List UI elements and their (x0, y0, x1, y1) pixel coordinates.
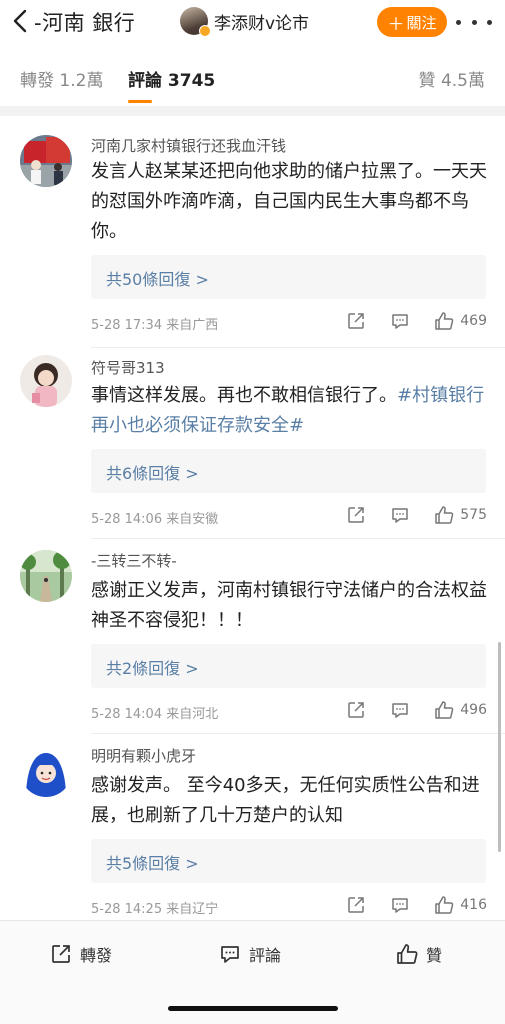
comment-meta: 5-28 17:34 来自广西 (91, 318, 219, 333)
active-tab-indicator (128, 100, 152, 103)
replies-count[interactable]: 共2條回復 > (106, 655, 199, 679)
comment-username[interactable]: 明明有颗小虎牙 (91, 745, 196, 766)
like-icon[interactable] (434, 895, 454, 915)
comment-text: 感谢正义发声，河南村镇银行守法储户的合法权益神圣不容侵犯！！！ (91, 576, 491, 636)
comment-body: 感谢发声。 至今40多天，无任何实质性公告和进展，也刷新了几十万楚户的认知 (91, 775, 480, 826)
comment-meta: 5-28 14:04 来自河北 (91, 707, 219, 722)
like-icon (397, 944, 418, 964)
home-indicator (168, 1006, 338, 1011)
comment-actions: 469 (346, 310, 487, 332)
share-icon (52, 945, 70, 963)
comment-icon[interactable] (390, 700, 410, 720)
comment-username[interactable]: 河南几家村镇银行还我血汗钱 (91, 135, 286, 156)
replies-link[interactable]: 共6條回復 > (91, 449, 486, 493)
top-nav-bar: -河南 銀行 李添财v论市 ＋ 關注 (0, 0, 505, 44)
like-button[interactable]: 贊 (396, 941, 442, 967)
like-count: 575 (460, 507, 487, 523)
avatar[interactable] (20, 355, 72, 407)
like-icon[interactable] (434, 505, 454, 525)
tab-likes[interactable]: 贊 4.5萬 (419, 66, 485, 91)
replies-link[interactable]: 共2條回復 > (91, 644, 486, 688)
comment-text: 发言人赵某某还把向他求助的储户拉黑了。一天天的怼国外咋滴咋滴，自己国内民生大事鸟… (91, 157, 491, 247)
page-title: -河南 銀行 (34, 11, 136, 35)
follow-button[interactable]: ＋ 關注 (377, 7, 447, 37)
repost-label: 轉發 (80, 946, 113, 965)
comment-icon (221, 946, 239, 963)
comment-actions: 575 (346, 504, 487, 526)
more-icon[interactable] (456, 12, 492, 32)
repost-button[interactable]: 轉發 (50, 941, 112, 967)
back-button[interactable] (10, 8, 32, 34)
comment-actions: 496 (346, 699, 487, 721)
comment-icon[interactable] (390, 311, 410, 331)
replies-count[interactable]: 共50條回復 > (106, 266, 209, 290)
like-count: 416 (460, 897, 487, 913)
like-count: 496 (460, 702, 487, 718)
comment-body: 发言人赵某某还把向他求助的储户拉黑了。一天天的怼国外咋滴咋滴，自己国内民生大事鸟… (91, 161, 487, 242)
author-avatar[interactable] (180, 7, 211, 37)
avatar[interactable] (20, 745, 72, 797)
comment-username[interactable]: 符号哥313 (91, 357, 165, 378)
scrollbar[interactable] (498, 642, 501, 852)
comment-meta: 5-28 14:25 来自辽宁 (91, 902, 219, 917)
comment-icon[interactable] (390, 895, 410, 915)
comment-divider (91, 347, 505, 348)
follow-label: 關注 (406, 13, 437, 32)
avatar[interactable] (20, 135, 72, 187)
comment-button[interactable]: 評論 (219, 941, 281, 967)
tab-reposts[interactable]: 轉發 1.2萬 (20, 66, 103, 91)
comment-body: 事情这样发展。再也不敢相信银行了。 (91, 385, 397, 406)
like-label: 贊 (426, 946, 443, 965)
verified-icon (199, 25, 211, 37)
plus-icon: ＋ (387, 14, 405, 35)
share-icon[interactable] (346, 700, 366, 720)
section-divider (0, 106, 505, 116)
comment-divider (91, 538, 505, 539)
author-name[interactable]: 李添财v论市 (214, 9, 309, 34)
avatar[interactable] (20, 550, 72, 602)
share-icon[interactable] (346, 311, 366, 331)
share-icon[interactable] (346, 895, 366, 915)
comment-divider (91, 733, 505, 734)
tab-bar: 轉發 1.2萬 評論 3745 贊 4.5萬 (0, 56, 505, 106)
comment-text: 事情这样发展。再也不敢相信银行了。#村镇银行再小也必须保证存款安全# (91, 381, 491, 441)
comment-username[interactable]: -三转三不转- (91, 550, 177, 571)
replies-count[interactable]: 共6條回復 > (106, 460, 199, 484)
replies-count[interactable]: 共5條回復 > (106, 850, 199, 874)
comment-body: 感谢正义发声，河南村镇银行守法储户的合法权益神圣不容侵犯！！！ (91, 580, 487, 631)
comment-icon[interactable] (390, 505, 410, 525)
replies-link[interactable]: 共5條回復 > (91, 839, 486, 883)
comment-actions: 416 (346, 894, 487, 916)
author-profile[interactable]: 李添财v论市 (180, 6, 309, 37)
like-icon[interactable] (434, 700, 454, 720)
comment-text: 感谢发声。 至今40多天，无任何实质性公告和进展，也刷新了几十万楚户的认知 (91, 771, 491, 831)
tab-comments[interactable]: 評論 3745 (128, 66, 215, 91)
share-icon[interactable] (346, 505, 366, 525)
like-icon[interactable] (434, 311, 454, 331)
comment-meta: 5-28 14:06 来自安徽 (91, 512, 219, 527)
comment-label: 評論 (249, 946, 282, 965)
back-arrow-icon (13, 9, 27, 33)
replies-link[interactable]: 共50條回復 > (91, 255, 486, 299)
like-count: 469 (460, 313, 487, 329)
